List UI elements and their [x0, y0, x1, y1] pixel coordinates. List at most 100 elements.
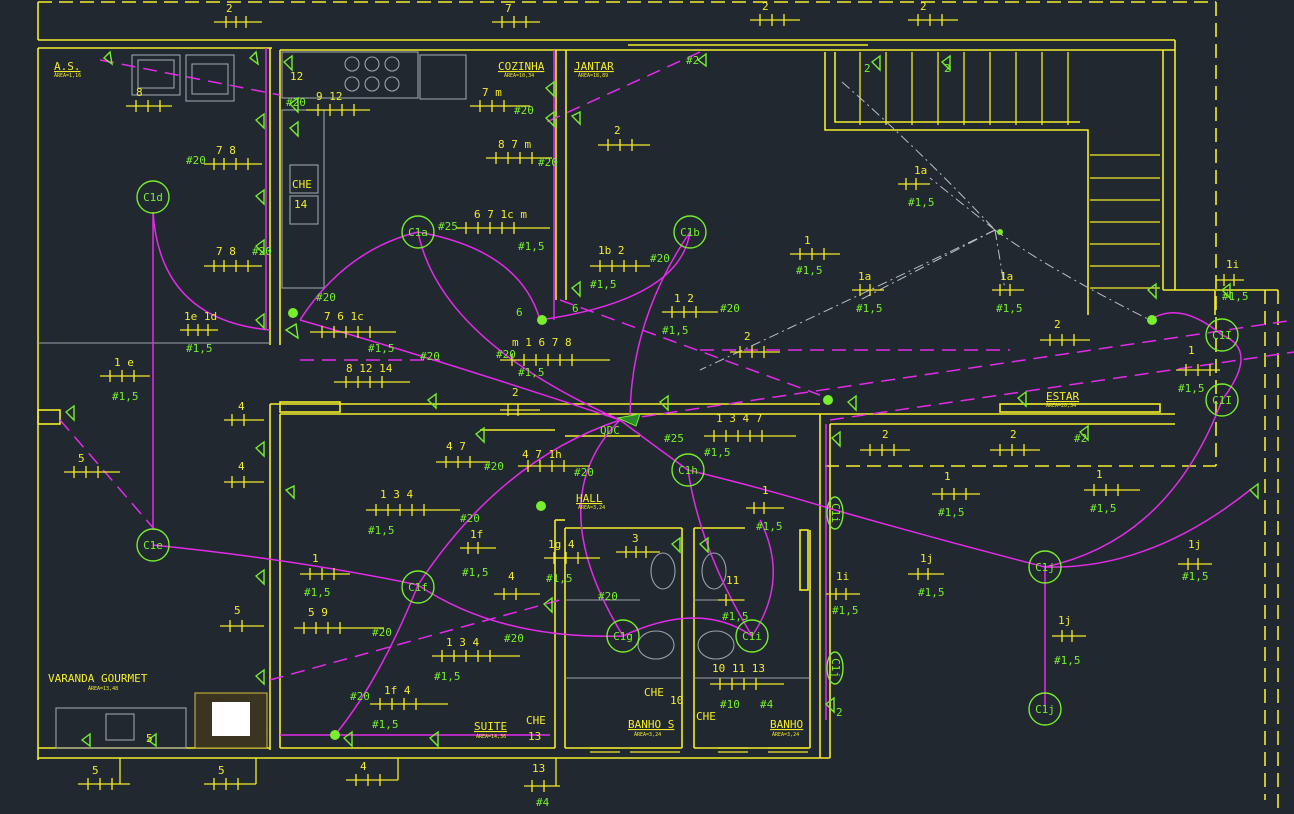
svg-text:5: 5 [146, 732, 153, 745]
svg-text:5: 5 [92, 764, 99, 777]
svg-text:1: 1 [1188, 344, 1195, 357]
svg-text:#20: #20 [350, 690, 370, 703]
light-point-c1i-upper: C1I [1205, 318, 1239, 352]
svg-text:13: 13 [532, 762, 545, 775]
light-point-c1i-lower: C1I [1205, 383, 1239, 417]
svg-text:8: 8 [136, 86, 143, 99]
svg-text:#1,5: #1,5 [112, 390, 139, 403]
svg-text:#20: #20 [252, 245, 272, 258]
tick-group: 1 3 4 #1,5 #20 [366, 488, 480, 537]
svg-text:#1,5: #1,5 [796, 264, 823, 277]
svg-text:1j: 1j [920, 552, 933, 565]
svg-text:#1,5: #1,5 [938, 506, 965, 519]
tick-group: 4 7 #20 [436, 440, 504, 473]
tick-group: 5 9 #20 [294, 606, 392, 639]
svg-text:#1,5: #1,5 [434, 670, 461, 683]
svg-text:ESTAR: ESTAR [1046, 390, 1079, 403]
tick-group: 1f #1,5 [460, 528, 496, 579]
svg-text:1: 1 [312, 552, 319, 565]
tick-group: 1 2 #20 #1,5 [662, 292, 740, 337]
outlet-dot [537, 315, 547, 325]
svg-text:5: 5 [78, 452, 85, 465]
svg-text:C1i: C1i [829, 503, 842, 523]
svg-text:1j: 1j [1058, 614, 1071, 627]
tick-group: 2 [908, 0, 958, 26]
svg-text:#1,5: #1,5 [1090, 502, 1117, 515]
wall-light-c1i: C1i [826, 496, 844, 530]
tick-group: 1 e #1,5 [100, 356, 150, 403]
svg-text:C1j: C1j [1035, 561, 1055, 574]
svg-text:#1,5: #1,5 [662, 324, 689, 337]
svg-text:#20: #20 [514, 104, 534, 117]
outlet-dot [1147, 315, 1157, 325]
svg-text:#1,5: #1,5 [908, 196, 935, 209]
svg-text:2: 2 [762, 0, 769, 13]
svg-text:ÁREA=1,16: ÁREA=1,16 [54, 72, 81, 79]
svg-text:CHE: CHE [526, 714, 546, 727]
outlet-dot [288, 308, 298, 318]
svg-text:#1,5: #1,5 [372, 718, 399, 731]
svg-text:C1f: C1f [408, 581, 428, 594]
svg-text:4 7: 4 7 [446, 440, 466, 453]
svg-text:C1I: C1I [1212, 394, 1232, 407]
svg-text:#4: #4 [536, 796, 550, 809]
light-point-c1i-bath: C1i [735, 619, 769, 653]
svg-text:#25: #25 [438, 220, 458, 233]
tick-group: 5 [64, 452, 120, 478]
tick-group: 5 [78, 758, 130, 790]
tick-group: 2 [750, 0, 800, 26]
svg-text:C1h: C1h [678, 464, 698, 477]
svg-text:C1I: C1I [1212, 329, 1232, 342]
tick-group: 2 [990, 428, 1040, 456]
tick-group: 1j #1,5 [1052, 614, 1086, 667]
tick-group: 13 #4 [524, 758, 560, 809]
svg-text:8 12 14: 8 12 14 [346, 362, 393, 375]
tick-group: 7 m #20 [470, 86, 534, 117]
svg-text:1a: 1a [914, 164, 927, 177]
sink [650, 552, 676, 590]
tick-group: 4 [224, 400, 264, 426]
svg-text:#1,5: #1,5 [1178, 382, 1205, 395]
svg-text:COZINHA: COZINHA [498, 60, 545, 73]
svg-text:#4: #4 [760, 698, 774, 711]
svg-text:1g 4: 1g 4 [548, 538, 575, 551]
fridge [419, 54, 467, 100]
svg-text:ÁREA=10,34: ÁREA=10,34 [504, 72, 534, 79]
svg-text:4: 4 [238, 400, 245, 413]
svg-text:QDC: QDC [600, 424, 620, 437]
svg-text:1: 1 [944, 470, 951, 483]
svg-text:#2: #2 [686, 54, 699, 67]
svg-text:#20: #20 [496, 348, 516, 361]
svg-text:7 8: 7 8 [216, 144, 236, 157]
svg-text:#1,5: #1,5 [722, 610, 749, 623]
svg-text:5: 5 [218, 764, 225, 777]
svg-text:#20: #20 [186, 154, 206, 167]
toilet [637, 630, 675, 660]
svg-text:C1j: C1j [829, 658, 842, 678]
svg-text:#20: #20 [420, 350, 440, 363]
svg-text:7 m: 7 m [482, 86, 502, 99]
tick-group: 6 7 1c m #25 #1,5 [438, 208, 550, 253]
tick-group: 1 3 4 7 #25 #1,5 [664, 412, 796, 459]
svg-text:#20: #20 [286, 96, 306, 109]
conduits [59, 48, 1294, 736]
svg-text:CHE: CHE [696, 710, 716, 723]
sink [701, 552, 727, 590]
svg-text:1: 1 [762, 484, 769, 497]
svg-text:BANHO S: BANHO S [628, 718, 674, 731]
electrical-floor-plan: C1d C1a C1b C1e C1f C1g C1h C1i C1I C1I … [37, 0, 1294, 814]
svg-text:2: 2 [744, 330, 751, 343]
svg-text:2: 2 [836, 706, 843, 719]
svg-text:#1,5: #1,5 [1182, 570, 1209, 583]
tick-group: 1 #1,5 [790, 234, 840, 277]
tick-group: 2 [500, 386, 540, 416]
svg-text:JANTAR: JANTAR [574, 60, 614, 73]
light-point-c1e: C1e [136, 528, 170, 562]
svg-text:#20: #20 [720, 302, 740, 315]
svg-text:10 11 13: 10 11 13 [712, 662, 765, 675]
svg-text:C1b: C1b [680, 226, 700, 239]
svg-text:#1,5: #1,5 [518, 240, 545, 253]
svg-text:14: 14 [294, 198, 308, 211]
wall [1163, 289, 1216, 315]
light-point-c1d: C1d [136, 180, 170, 214]
